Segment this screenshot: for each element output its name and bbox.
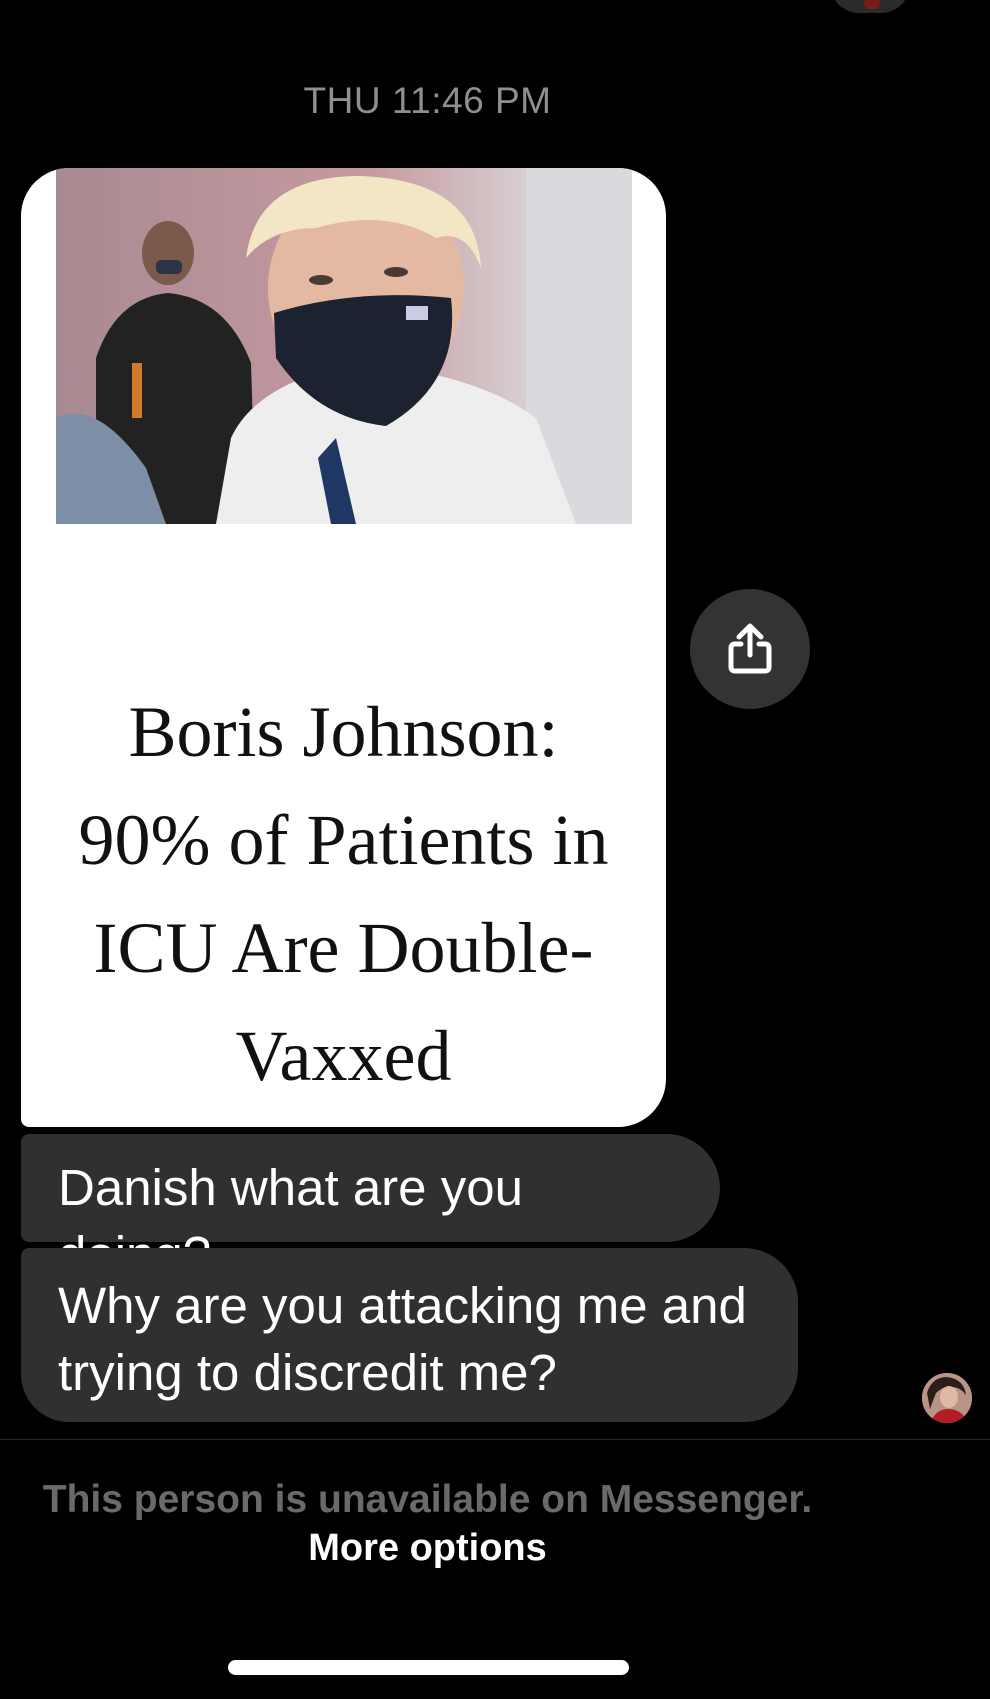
post-photo-image	[56, 168, 632, 524]
share-icon	[728, 623, 772, 674]
post-headline: Boris Johnson: 90% of Patients in ICU Ar…	[41, 678, 646, 1110]
headline-line: 90% of Patients in	[78, 800, 609, 880]
home-indicator[interactable]	[228, 1660, 629, 1675]
more-options-link[interactable]: More options	[0, 1527, 855, 1570]
headline-line: Boris Johnson:	[128, 692, 559, 772]
shared-post-card[interactable]: Boris Johnson: 90% of Patients in ICU Ar…	[21, 168, 666, 1127]
seen-avatar	[922, 1373, 972, 1423]
share-button[interactable]	[690, 589, 810, 709]
message-timestamp: THU 11:46 PM	[303, 80, 552, 121]
divider	[0, 1439, 990, 1440]
message-bubble[interactable]: Danish what are you doing?	[21, 1134, 720, 1283]
headline-line: ICU Are Double-	[93, 908, 594, 988]
top-avatar	[830, 0, 910, 13]
message-bubble[interactable]: Why are you attacking me and trying to d…	[21, 1248, 798, 1422]
unavailable-notice: This person is unavailable on Messenger.	[42, 1478, 813, 1521]
post-photo	[56, 168, 632, 524]
headline-line: Vaxxed	[235, 1016, 452, 1096]
